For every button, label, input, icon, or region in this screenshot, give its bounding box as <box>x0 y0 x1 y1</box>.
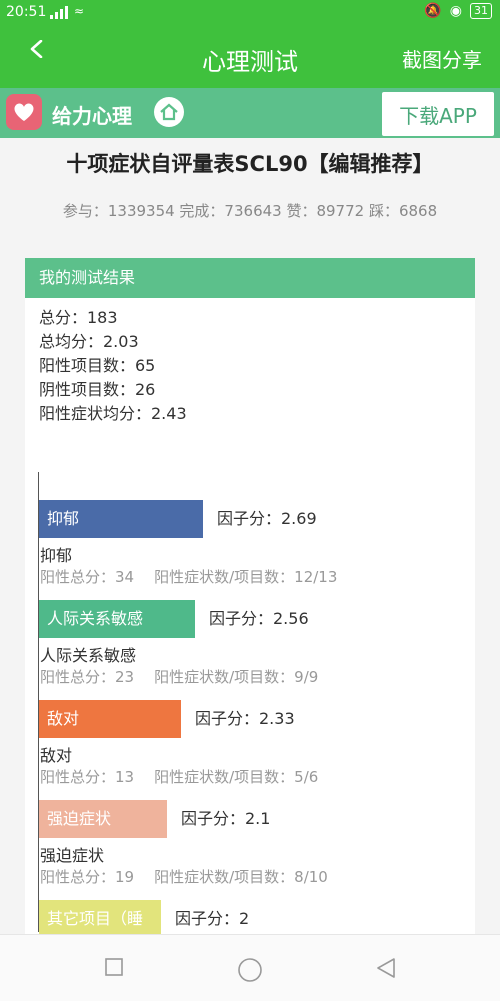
factor-bar: 其它项目（睡 <box>39 900 161 938</box>
lock-icon: ◉ <box>449 3 462 19</box>
screenshot-share-button[interactable]: 截图分享 <box>402 44 482 73</box>
summary-mean: 总均分：2.03 <box>39 332 139 351</box>
factor-name: 抑郁 <box>40 546 73 565</box>
factor-detail: 阳性总分：19 阳性症状数/项目数：8/10 <box>40 866 328 887</box>
factor-positive-total: 阳性总分：13 <box>40 768 135 786</box>
top-nav-bar: 心理测试 截图分享 <box>0 26 500 88</box>
test-stats: 参与：1339354 完成：736643 赞：89772 踩：6868 <box>62 202 438 220</box>
recent-apps-icon[interactable] <box>104 957 124 977</box>
factor-name: 人际关系敏感 <box>40 646 137 665</box>
factor-score: 因子分：2.56 <box>209 609 309 628</box>
summary-total: 总分：183 <box>39 308 118 327</box>
status-bar: 20:51 ≈ 🔕 ◉ 31 <box>0 0 500 26</box>
result-header: 我的测试结果 <box>25 258 475 298</box>
factor-positive-total: 阳性总分：19 <box>40 868 135 886</box>
brand-bar: 给力心理 下载APP <box>0 88 500 138</box>
status-time: 20:51 <box>6 4 47 20</box>
result-summary: 总分：183 总均分：2.03 阳性项目数：65 阴性项目数：26 阳性症状均分… <box>25 298 475 426</box>
battery-level: 31 <box>474 4 488 17</box>
summary-positive-mean: 阳性症状均分：2.43 <box>39 404 187 423</box>
factor-symptom-ratio: 阳性症状数/项目数：8/10 <box>154 868 328 886</box>
factor-score: 因子分：2 <box>175 909 250 928</box>
factor-name: 敌对 <box>40 746 73 765</box>
factor-bar: 人际关系敏感 <box>39 600 195 638</box>
factor-score: 因子分：2.1 <box>181 809 271 828</box>
wifi-icon: ≈ <box>74 4 85 18</box>
test-title: 十项症状自评量表SCL90【编辑推荐】 <box>66 152 434 176</box>
factor-name: 强迫症状 <box>40 846 105 865</box>
factor-bar: 强迫症状 <box>39 800 167 838</box>
summary-positive-count: 阳性项目数：65 <box>39 356 156 375</box>
summary-negative-count: 阴性项目数：26 <box>39 380 156 399</box>
factor-score: 因子分：2.33 <box>195 709 295 728</box>
system-nav-bar <box>0 934 500 1001</box>
factor-detail: 阳性总分：23 阳性症状数/项目数：9/9 <box>40 666 318 687</box>
result-card: 我的测试结果 总分：183 总均分：2.03 阳性项目数：65 阴性项目数：26… <box>25 258 475 958</box>
factor-detail: 阳性总分：13 阳性症状数/项目数：5/6 <box>40 766 318 787</box>
factor-positive-total: 阳性总分：23 <box>40 668 135 686</box>
mute-bell-icon: 🔕 <box>424 3 442 19</box>
home-icon[interactable] <box>154 97 184 127</box>
app-logo-heart-icon <box>6 94 42 130</box>
factor-bar: 敌对 <box>39 700 181 738</box>
factor-symptom-ratio: 阳性症状数/项目数：9/9 <box>154 668 319 686</box>
signal-icon <box>50 6 68 19</box>
factor-detail: 阳性总分：34 阳性症状数/项目数：12/13 <box>40 566 337 587</box>
factor-bar: 抑郁 <box>39 500 203 538</box>
home-button-icon[interactable] <box>237 957 263 983</box>
factor-score: 因子分：2.69 <box>217 509 317 528</box>
factor-positive-total: 阳性总分：34 <box>40 568 135 586</box>
battery-icon: 31 <box>470 3 492 19</box>
download-app-button[interactable]: 下载APP <box>382 92 494 136</box>
brand-name: 给力心理 <box>52 104 132 128</box>
back-button-icon[interactable] <box>375 957 397 979</box>
factor-symptom-ratio: 阳性症状数/项目数：5/6 <box>154 768 319 786</box>
factor-symptom-ratio: 阳性症状数/项目数：12/13 <box>154 568 338 586</box>
